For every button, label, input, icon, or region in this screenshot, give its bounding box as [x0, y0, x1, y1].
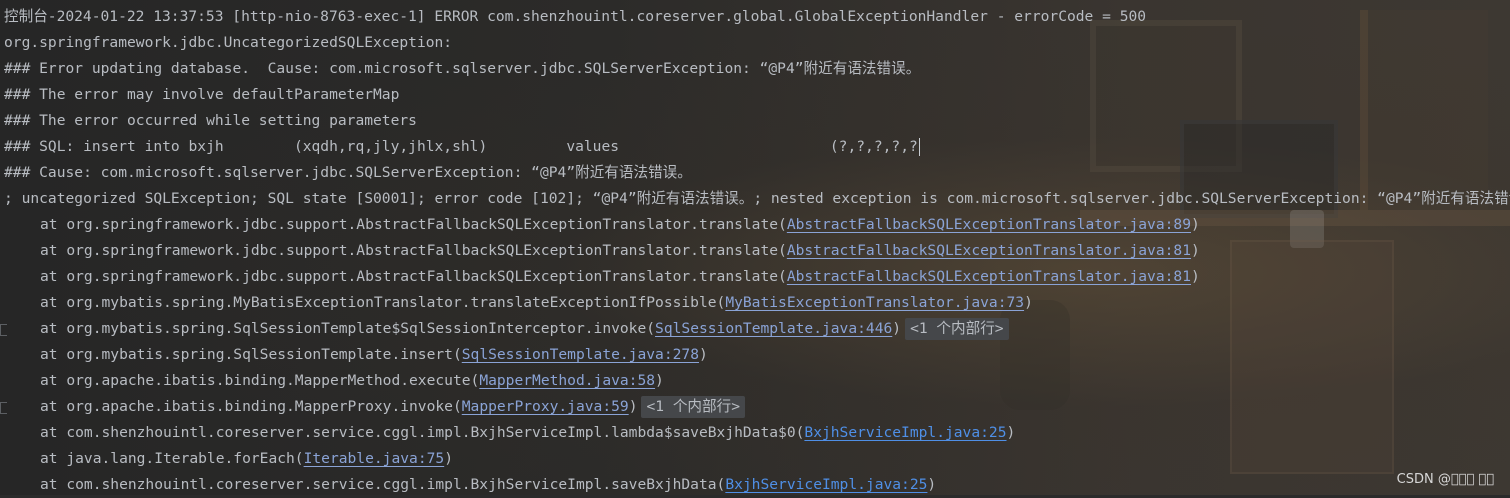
- stack-frame: at com.shenzhouintl.coreserver.service.c…: [0, 472, 1510, 498]
- stack-frame: at org.mybatis.spring.SqlSessionTemplate…: [0, 342, 1510, 368]
- stack-frame: at org.apache.ibatis.binding.MapperProxy…: [0, 394, 1510, 420]
- frame-close: ): [1024, 294, 1033, 311]
- frame-close: ): [444, 450, 453, 467]
- frame-close: ): [1191, 242, 1200, 259]
- frame-method: at com.shenzhouintl.coreserver.service.c…: [40, 476, 726, 493]
- frame-method: at java.lang.Iterable.forEach(: [40, 450, 304, 467]
- console-line: ; uncategorized SQLException; SQL state …: [4, 190, 1510, 207]
- frame-method: at org.apache.ibatis.binding.MapperMetho…: [40, 372, 480, 389]
- frame-close: ): [892, 320, 902, 337]
- frame-close: ): [1191, 216, 1200, 233]
- console-line: org.springframework.jdbc.UncategorizedSQ…: [4, 34, 453, 51]
- fold-gutter-icon[interactable]: [0, 324, 7, 336]
- frame-method: at com.shenzhouintl.coreserver.service.c…: [40, 424, 805, 441]
- frame-method: at org.mybatis.spring.SqlSessionTemplate…: [40, 346, 462, 363]
- console-line: 控制台-2024-01-22 13:37:53 [http-nio-8763-e…: [4, 8, 1147, 25]
- source-link[interactable]: BxjhServiceImpl.java:25: [804, 424, 1006, 441]
- frame-method: at org.springframework.jdbc.support.Abst…: [40, 268, 787, 285]
- stack-frame: at org.apache.ibatis.binding.MapperMetho…: [0, 368, 1510, 394]
- frame-close: ): [698, 346, 708, 363]
- frame-close: ): [655, 372, 664, 389]
- source-link[interactable]: MyBatisExceptionTranslator.java:73: [725, 294, 1024, 311]
- source-link[interactable]: AbstractFallbackSQLExceptionTranslator.j…: [787, 216, 1191, 233]
- csdn-watermark: CSDN @      : [1396, 472, 1494, 487]
- frame-close: ): [927, 476, 937, 493]
- frame-method: at org.springframework.jdbc.support.Abst…: [40, 242, 787, 259]
- frame-method: at org.mybatis.spring.MyBatisExceptionTr…: [40, 294, 726, 311]
- console-output[interactable]: 控制台-2024-01-22 13:37:53 [http-nio-8763-e…: [0, 4, 1510, 495]
- source-link[interactable]: BxjhServiceImpl.java:25: [725, 476, 927, 493]
- stack-frame: at org.mybatis.spring.SqlSessionTemplate…: [0, 316, 1510, 342]
- internal-lines-toggle[interactable]: <1 个内部行>: [905, 318, 1009, 340]
- sql-text: ### SQL: insert into bxjh (xqdh,rq,jly,j…: [4, 138, 918, 155]
- frame-close: ): [1006, 424, 1016, 441]
- console-line: ### The error occurred while setting par…: [4, 112, 417, 129]
- source-link[interactable]: SqlSessionTemplate.java:446: [655, 320, 892, 337]
- stack-frame: at org.springframework.jdbc.support.Abst…: [0, 264, 1510, 290]
- stack-frame: at java.lang.Iterable.forEach(Iterable.j…: [0, 446, 1510, 472]
- frame-method: at org.apache.ibatis.binding.MapperProxy…: [40, 398, 462, 415]
- fold-gutter-icon[interactable]: [0, 402, 7, 414]
- stack-frame: at org.springframework.jdbc.support.Abst…: [0, 238, 1510, 264]
- source-link[interactable]: MapperMethod.java:58: [479, 372, 655, 389]
- internal-lines-toggle[interactable]: <1 个内部行>: [641, 396, 746, 418]
- stack-frame: at org.mybatis.spring.MyBatisExceptionTr…: [0, 290, 1510, 316]
- source-link[interactable]: MapperProxy.java:59: [462, 398, 629, 415]
- frame-method: at org.mybatis.spring.SqlSessionTemplate…: [40, 320, 656, 337]
- text-caret: [918, 138, 920, 156]
- console-line: ### Error updating database. Cause: com.…: [4, 60, 921, 77]
- source-link[interactable]: Iterable.java:75: [304, 450, 445, 467]
- source-link[interactable]: AbstractFallbackSQLExceptionTranslator.j…: [787, 242, 1191, 259]
- console-line: ### The error may involve defaultParamet…: [4, 86, 400, 103]
- frame-close: ): [1191, 268, 1200, 285]
- console-line: ### Cause: com.microsoft.sqlserver.jdbc.…: [4, 164, 692, 181]
- source-link[interactable]: SqlSessionTemplate.java:278: [462, 346, 699, 363]
- frame-method: at org.springframework.jdbc.support.Abst…: [40, 216, 787, 233]
- console-line-sql: ### SQL: insert into bxjh (xqdh,rq,jly,j…: [0, 134, 1510, 160]
- stack-frame: at org.springframework.jdbc.support.Abst…: [0, 212, 1510, 238]
- frame-close: ): [628, 398, 638, 415]
- stack-frame: at com.shenzhouintl.coreserver.service.c…: [0, 420, 1510, 446]
- source-link[interactable]: AbstractFallbackSQLExceptionTranslator.j…: [787, 268, 1191, 285]
